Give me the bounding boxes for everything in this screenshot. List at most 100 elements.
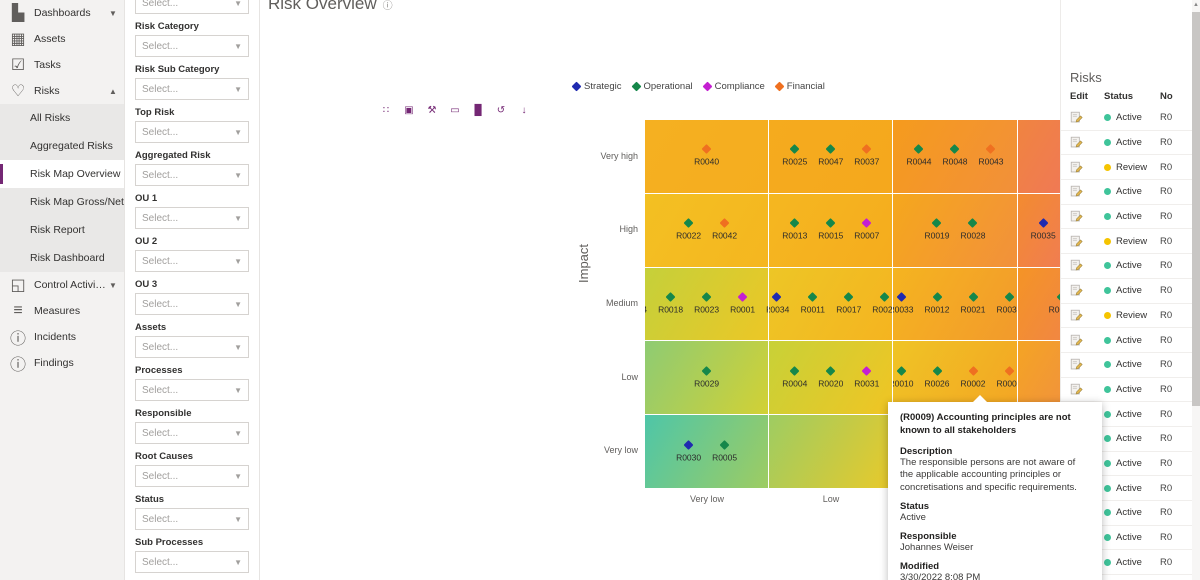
risk-marker[interactable]: R0043 — [973, 146, 1009, 167]
sidebar-item-tasks[interactable]: ☑Tasks — [0, 52, 124, 78]
risk-marker[interactable]: R0020 — [813, 367, 849, 388]
edit-icon[interactable] — [1070, 111, 1104, 124]
edit-icon[interactable] — [1070, 383, 1104, 396]
sidebar-item-control-activit[interactable]: ◱Control Activit...▼ — [0, 272, 124, 298]
filter-select-sub-processes[interactable]: Select...▼ — [135, 551, 249, 573]
heatmap-cell[interactable]: R0022R0042 — [645, 194, 768, 267]
risk-marker-icon[interactable] — [702, 292, 712, 302]
edit-icon[interactable] — [1070, 309, 1104, 322]
risk-marker[interactable]: R0032 — [991, 293, 1017, 314]
risk-marker[interactable]: R0033 — [893, 293, 919, 314]
risk-marker[interactable]: R0013 — [777, 220, 813, 241]
risk-marker-icon[interactable] — [826, 218, 836, 228]
table-row[interactable]: ActiveR0 — [1060, 254, 1200, 279]
risk-marker-icon[interactable] — [932, 218, 942, 228]
risk-marker[interactable]: R0026 — [919, 367, 955, 388]
risk-marker-icon[interactable] — [1038, 218, 1048, 228]
sidebar-item-incidents[interactable]: ⓘIncidents — [0, 324, 124, 350]
risk-marker[interactable]: R0015 — [813, 220, 849, 241]
sidebar-subitem-risk-report[interactable]: Risk Report — [0, 216, 124, 244]
table-row[interactable]: ActiveR0 — [1060, 328, 1200, 353]
risk-marker-icon[interactable] — [702, 144, 712, 154]
table-row[interactable]: ActiveR0 — [1060, 205, 1200, 230]
risk-marker-icon[interactable] — [738, 292, 748, 302]
risk-marker-icon[interactable] — [968, 292, 978, 302]
filter-select-status[interactable]: Select...▼ — [135, 508, 249, 530]
risk-marker[interactable]: R0035 — [1025, 220, 1061, 241]
table-row[interactable]: ActiveR0 — [1060, 131, 1200, 156]
risk-marker[interactable]: R0047 — [813, 146, 849, 167]
risk-marker[interactable]: R0012 — [919, 293, 955, 314]
risk-marker-icon[interactable] — [914, 144, 924, 154]
risk-marker[interactable]: R0018 — [653, 293, 689, 314]
filter-select-root-causes[interactable]: Select...▼ — [135, 465, 249, 487]
heatmap-cell[interactable]: R0040 — [645, 120, 768, 193]
sidebar-subitem-all-risks[interactable]: All Risks — [0, 104, 124, 132]
risk-marker-icon[interactable] — [702, 366, 712, 376]
edit-icon[interactable] — [1070, 235, 1104, 248]
risk-marker[interactable]: R0010 — [893, 367, 919, 388]
risk-marker-icon[interactable] — [896, 292, 906, 302]
sidebar-subitem-aggregated-risks[interactable]: Aggregated Risks — [0, 132, 124, 160]
risk-marker-icon[interactable] — [720, 440, 730, 450]
heatmap-cell[interactable]: R0004R0020R0031 — [769, 341, 892, 414]
risk-marker[interactable]: R0023 — [689, 293, 725, 314]
filter-select-responsible[interactable]: Select...▼ — [135, 422, 249, 444]
risk-marker-icon[interactable] — [1004, 292, 1014, 302]
heatmap-cell[interactable]: R0030R0005 — [645, 415, 768, 488]
heatmap-cell[interactable]: R0013R0015R0007 — [769, 194, 892, 267]
filter-select-top[interactable]: Select...▼ — [135, 0, 249, 14]
filter-select-processes[interactable]: Select...▼ — [135, 379, 249, 401]
table-row[interactable]: ActiveR0 — [1060, 378, 1200, 403]
risk-marker[interactable]: R0005 — [707, 441, 743, 462]
risk-marker-icon[interactable] — [684, 218, 694, 228]
table-row[interactable]: ActiveR0 — [1060, 106, 1200, 131]
table-row[interactable]: ActiveR0 — [1060, 279, 1200, 304]
heatmap-cell[interactable]: R0014R0018R0023R0001R0036 — [645, 268, 768, 341]
heatmap-cell[interactable]: R0034R0011R0017R0024 — [769, 268, 892, 341]
risk-marker[interactable]: R0044 — [901, 146, 937, 167]
edit-icon[interactable] — [1070, 358, 1104, 371]
risk-marker[interactable]: R0021 — [955, 293, 991, 314]
sidebar-subitem-risk-map-gross-net[interactable]: Risk Map Gross/Net — [0, 188, 124, 216]
risk-marker[interactable]: R0042 — [707, 220, 743, 241]
risk-marker[interactable]: R0029 — [689, 367, 725, 388]
risk-marker[interactable]: R0004 — [777, 367, 813, 388]
risk-marker[interactable]: R0001 — [725, 293, 761, 314]
heatmap-cell[interactable]: R0025R0047R0037 — [769, 120, 892, 193]
sidebar-item-findings[interactable]: ⓘFindings — [0, 350, 124, 376]
risk-marker-icon[interactable] — [844, 292, 854, 302]
risk-marker-icon[interactable] — [1004, 366, 1014, 376]
risk-marker-icon[interactable] — [932, 292, 942, 302]
sidebar-item-dashboards[interactable]: ▙Dashboards▼ — [0, 0, 124, 26]
risk-marker-icon[interactable] — [772, 292, 782, 302]
scroll-up-arrow[interactable]: ▲ — [1192, 2, 1200, 8]
risk-marker-icon[interactable] — [666, 292, 676, 302]
sidebar-subitem-risk-map-overview[interactable]: Risk Map Overview — [0, 160, 124, 188]
risk-marker[interactable]: R0007 — [849, 220, 885, 241]
risk-marker[interactable]: R0002 — [955, 367, 991, 388]
table-row[interactable]: ReviewR0 — [1060, 229, 1200, 254]
filter-select-risk-sub-category[interactable]: Select...▼ — [135, 78, 249, 100]
table-row[interactable]: ActiveR0 — [1060, 353, 1200, 378]
risk-marker-icon[interactable] — [684, 440, 694, 450]
edit-icon[interactable] — [1070, 284, 1104, 297]
edit-icon[interactable] — [1070, 259, 1104, 272]
risk-marker[interactable]: R0036 — [761, 293, 769, 314]
risk-marker-icon[interactable] — [880, 292, 890, 302]
risk-marker-icon[interactable] — [968, 218, 978, 228]
heatmap-cell[interactable]: R0029 — [645, 341, 768, 414]
sidebar-item-assets[interactable]: ▦Assets — [0, 26, 124, 52]
heatmap-cell[interactable]: R0033R0012R0021R0032 — [893, 268, 1016, 341]
risk-marker[interactable]: R0040 — [689, 146, 725, 167]
edit-icon[interactable] — [1070, 161, 1104, 174]
risk-marker[interactable]: R0037 — [849, 146, 885, 167]
risk-marker-icon[interactable] — [968, 366, 978, 376]
risk-marker[interactable]: R0014 — [645, 293, 653, 314]
risk-marker-icon[interactable] — [790, 218, 800, 228]
table-row[interactable]: ReviewR0 — [1060, 304, 1200, 329]
risk-marker-icon[interactable] — [932, 366, 942, 376]
sidebar-item-risks[interactable]: ♡Risks▲ — [0, 78, 124, 104]
sidebar-subitem-risk-dashboard[interactable]: Risk Dashboard — [0, 244, 124, 272]
filter-select-ou-3[interactable]: Select...▼ — [135, 293, 249, 315]
